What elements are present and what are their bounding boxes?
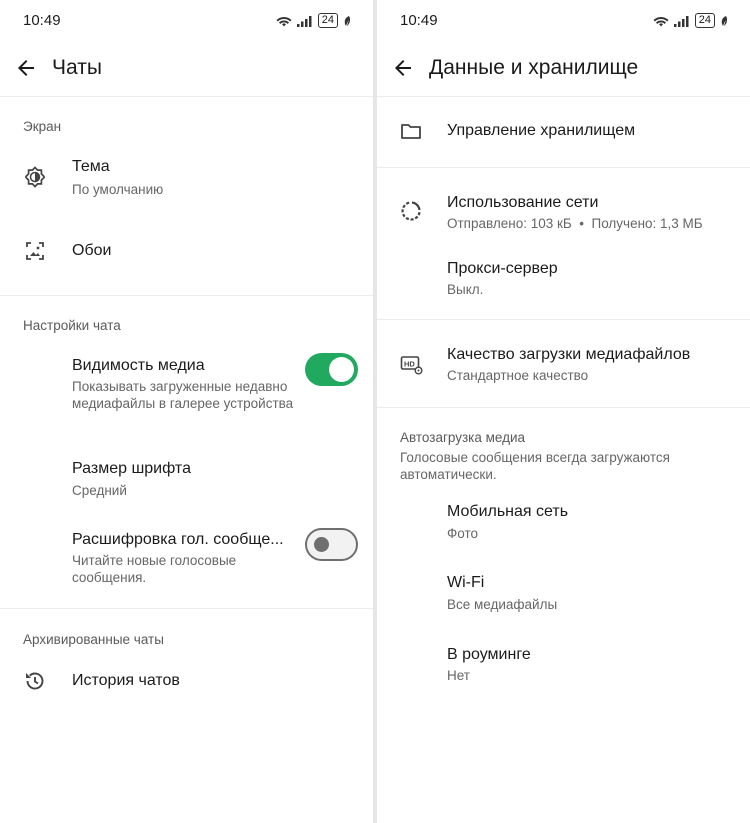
theme-brightness-icon <box>25 166 45 188</box>
wifi-icon <box>653 16 669 26</box>
network-usage-title: Использование сети <box>447 194 599 211</box>
voice-transcription-toggle[interactable] <box>305 528 358 561</box>
divider <box>377 407 750 408</box>
data-usage-icon <box>401 201 421 221</box>
wifi-subtitle: Все медиафайлы <box>447 597 558 612</box>
status-bar: 10:49 24 <box>377 0 750 44</box>
wallpaper-icon <box>26 242 44 260</box>
divider <box>377 319 750 320</box>
chats-settings-screen: 10:49 24 Чаты Экран Тема По умолчанию Об… <box>0 0 373 823</box>
theme-subtitle: По умолчанию <box>72 182 164 197</box>
battery-indicator: 24 <box>317 13 338 28</box>
app-bar: Данные и хранилище <box>377 44 750 96</box>
media-visibility-toggle[interactable] <box>305 353 358 386</box>
battery-indicator: 24 <box>694 13 715 28</box>
roaming-subtitle: Нет <box>447 668 470 683</box>
media-quality-subtitle: Стандартное качество <box>447 368 589 383</box>
divider <box>0 96 373 97</box>
wifi-icon <box>276 16 292 26</box>
divider <box>377 167 750 168</box>
divider <box>0 608 373 609</box>
divider <box>377 96 750 97</box>
app-bar: Чаты <box>0 44 373 96</box>
chat-history-title: История чатов <box>72 672 180 689</box>
mobile-network-subtitle: Фото <box>447 526 479 541</box>
toggle-knob <box>314 537 329 552</box>
wifi-title: Wi-Fi <box>447 574 485 591</box>
svg-text:HD: HD <box>404 360 415 369</box>
folder-icon <box>401 124 421 139</box>
history-icon <box>26 672 44 690</box>
manage-storage-title: Управление хранилищем <box>447 122 636 139</box>
network-usage-subtitle: Отправлено: 103 кБ • Получено: 1,3 МБ <box>447 216 703 231</box>
proxy-subtitle: Выкл. <box>447 282 484 297</box>
section-screen: Экран <box>23 119 62 134</box>
page-title: Чаты <box>52 56 102 79</box>
signal-icon <box>296 15 312 27</box>
font-size-subtitle: Средний <box>72 483 127 498</box>
proxy-title: Прокси-сервер <box>447 260 558 277</box>
voice-transcription-title: Расшифровка гол. сообще... <box>72 531 284 548</box>
autodownload-description: Голосовые сообщения всегда загружаются а… <box>400 450 670 482</box>
media-visibility-title: Видимость медиа <box>72 357 205 374</box>
roaming-title: В роуминге <box>447 646 531 663</box>
leaf-icon <box>721 15 728 26</box>
status-time: 10:49 <box>23 12 61 29</box>
divider <box>0 295 373 296</box>
signal-icon <box>673 15 689 27</box>
media-visibility-subtitle: Показывать загруженные недавно медиафайл… <box>72 379 294 411</box>
section-archived-chats: Архивированные чаты <box>23 632 164 647</box>
status-time: 10:49 <box>400 12 438 29</box>
voice-transcription-subtitle: Читайте новые голосовые сообщения. <box>72 553 237 585</box>
leaf-icon <box>344 15 351 26</box>
font-size-title: Размер шрифта <box>72 460 191 477</box>
page-title: Данные и хранилище <box>429 56 639 79</box>
data-storage-screen: 10:49 24 Данные и хранилище Управление х… <box>377 0 750 823</box>
back-arrow-icon[interactable] <box>14 56 38 80</box>
hd-settings-icon: HD <box>400 356 423 375</box>
section-media-autodownload: Автозагрузка медиа <box>400 430 526 445</box>
theme-title: Тема <box>72 158 110 175</box>
back-arrow-icon[interactable] <box>391 56 415 80</box>
toggle-knob <box>329 357 354 382</box>
mobile-network-title: Мобильная сеть <box>447 503 569 520</box>
media-quality-title: Качество загрузки медиафайлов <box>447 346 691 363</box>
wallpaper-title: Обои <box>72 242 112 259</box>
status-bar: 10:49 24 <box>0 0 373 44</box>
section-chat-settings: Настройки чата <box>23 318 121 333</box>
